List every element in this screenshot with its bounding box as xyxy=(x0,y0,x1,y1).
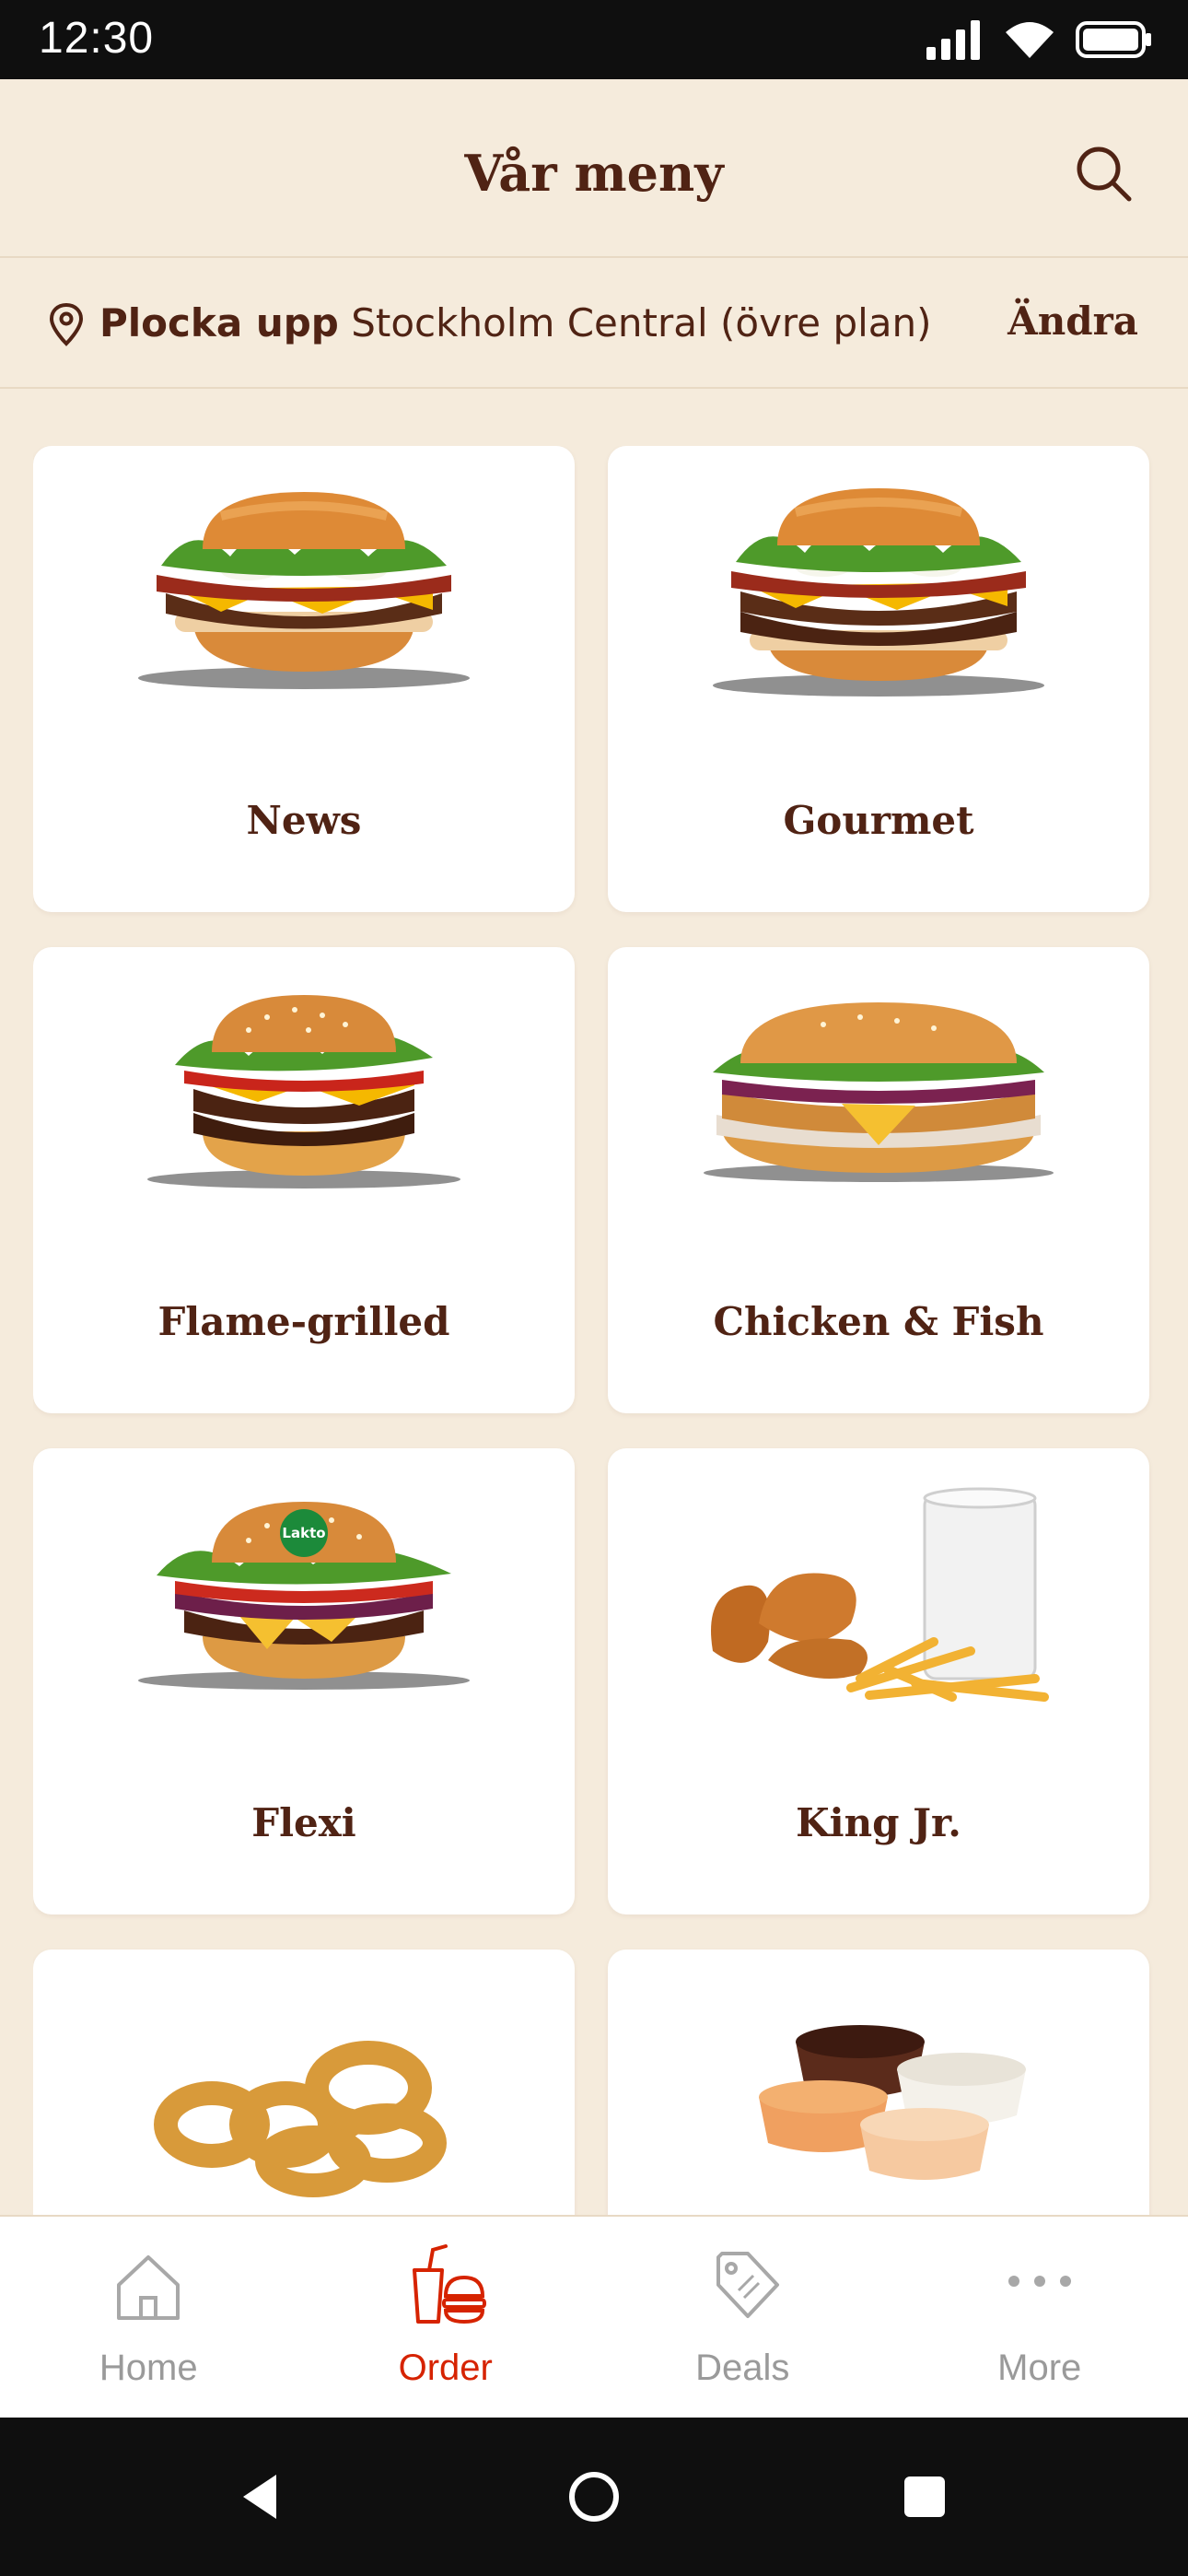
chicken-long-sandwich-image xyxy=(608,984,1149,1224)
category-label: Flame-grilled xyxy=(157,1299,450,1344)
nav-more-label: More xyxy=(997,2348,1082,2388)
kids-meal-image xyxy=(608,1485,1149,1725)
back-icon[interactable] xyxy=(227,2464,293,2530)
dip-sauces-image xyxy=(608,1986,1149,2215)
nav-home[interactable]: Home xyxy=(0,2217,297,2419)
app-header: Vår meny xyxy=(0,79,1188,258)
page-title: Vår meny xyxy=(464,144,724,203)
category-label: News xyxy=(246,798,362,843)
status-bar: 12:30 xyxy=(0,0,1188,79)
category-label: Chicken & Fish xyxy=(713,1299,1044,1344)
home-icon xyxy=(117,2255,181,2320)
home-circle-icon[interactable] xyxy=(561,2464,627,2530)
restaurant-name: Stockholm Central (övre plan) xyxy=(351,300,932,345)
category-label: King Jr. xyxy=(796,1800,961,1845)
burger-bacon-image xyxy=(33,483,575,722)
status-icons xyxy=(925,17,1153,63)
category-card-chicken-fish[interactable]: Chicken & Fish xyxy=(608,947,1149,1413)
nav-more[interactable]: More xyxy=(891,2217,1188,2419)
onion-rings-image xyxy=(33,1986,575,2215)
status-time: 12:30 xyxy=(39,14,155,63)
lakto-badge: Lakto xyxy=(280,1509,328,1557)
burger-bacon-double-image xyxy=(608,483,1149,722)
category-card-news[interactable]: News xyxy=(33,446,575,912)
wifi-icon xyxy=(1006,22,1054,58)
nav-order[interactable]: Order xyxy=(297,2217,595,2419)
category-card-king-jr[interactable]: King Jr. xyxy=(608,1448,1149,1914)
category-card-onion-rings[interactable] xyxy=(33,1950,575,2215)
battery-icon xyxy=(1076,21,1151,58)
menu-category-grid: News Gourmet Flame-grilled Chicken & Fis… xyxy=(33,446,1155,2215)
location-pin-icon xyxy=(49,302,84,346)
category-label: Gourmet xyxy=(783,798,974,843)
signal-icon xyxy=(926,20,980,60)
recents-icon[interactable] xyxy=(891,2464,958,2530)
burger-double-sesame-image xyxy=(33,984,575,1224)
change-location-button[interactable]: Ändra xyxy=(1007,299,1138,344)
deals-tag-icon xyxy=(716,2252,780,2318)
nav-deals[interactable]: Deals xyxy=(594,2217,891,2419)
order-icon xyxy=(412,2244,486,2324)
category-card-flame-grilled[interactable]: Flame-grilled xyxy=(33,947,575,1413)
system-navigation-bar xyxy=(0,2418,1188,2576)
lakto-badge-label: Lakto xyxy=(282,1525,326,1541)
more-dots-icon xyxy=(1007,2276,1071,2287)
category-card-dips[interactable] xyxy=(608,1950,1149,2215)
nav-deals-label: Deals xyxy=(695,2348,790,2388)
pickup-location-bar[interactable]: Plocka upp Stockholm Central (övre plan)… xyxy=(0,258,1188,389)
location-text: Plocka upp Stockholm Central (övre plan) xyxy=(99,300,932,345)
category-card-flexi[interactable]: Lakto Flexi xyxy=(33,1448,575,1914)
pickup-mode-label: Plocka upp xyxy=(99,300,339,345)
bottom-navigation: Home Order Deals More xyxy=(0,2215,1188,2419)
search-icon xyxy=(1077,146,1132,202)
category-label: Flexi xyxy=(251,1800,356,1845)
category-card-gourmet[interactable]: Gourmet xyxy=(608,446,1149,912)
nav-order-label: Order xyxy=(398,2348,493,2388)
search-button[interactable] xyxy=(1074,144,1133,203)
nav-home-label: Home xyxy=(99,2348,198,2388)
